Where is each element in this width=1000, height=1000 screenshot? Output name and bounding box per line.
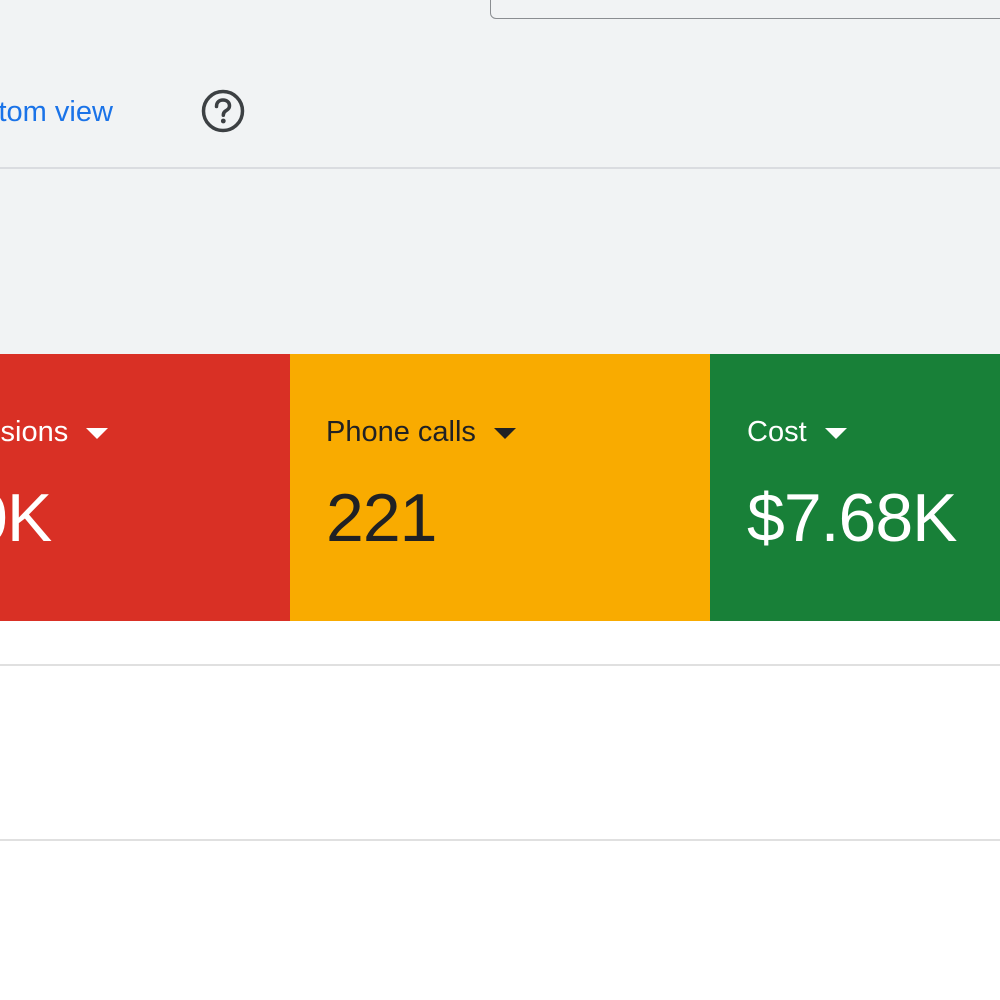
metric-selector[interactable]: Phone calls [326,412,516,452]
metric-card-impressions[interactable]: ssions 0K [0,354,290,621]
metric-selector[interactable]: Cost [747,412,847,452]
custom-view-link[interactable]: stom view [0,92,113,132]
metric-card-cost[interactable]: Cost $7.68K [710,354,1000,621]
toolbar-area: stom view [0,0,1000,354]
help-circle-icon[interactable] [200,88,246,134]
metric-label: Cost [747,416,807,448]
metric-label: ssions [0,416,69,448]
metric-selector[interactable]: ssions [0,412,109,452]
metrics-scorecards: ssions 0K Phone calls 221 Cost $7.68K [0,354,1000,621]
divider [0,167,1000,169]
metric-value: 221 [326,480,437,556]
metric-card-phone-calls[interactable]: Phone calls 221 [290,354,710,621]
metric-value: $7.68K [747,480,958,556]
metric-value: 0K [0,480,52,556]
search-input[interactable] [490,0,1000,19]
metric-label: Phone calls [326,416,476,448]
caret-down-icon [824,427,847,439]
caret-down-icon [493,427,516,439]
divider [0,664,1000,666]
caret-down-icon [86,427,109,439]
divider [0,839,1000,841]
